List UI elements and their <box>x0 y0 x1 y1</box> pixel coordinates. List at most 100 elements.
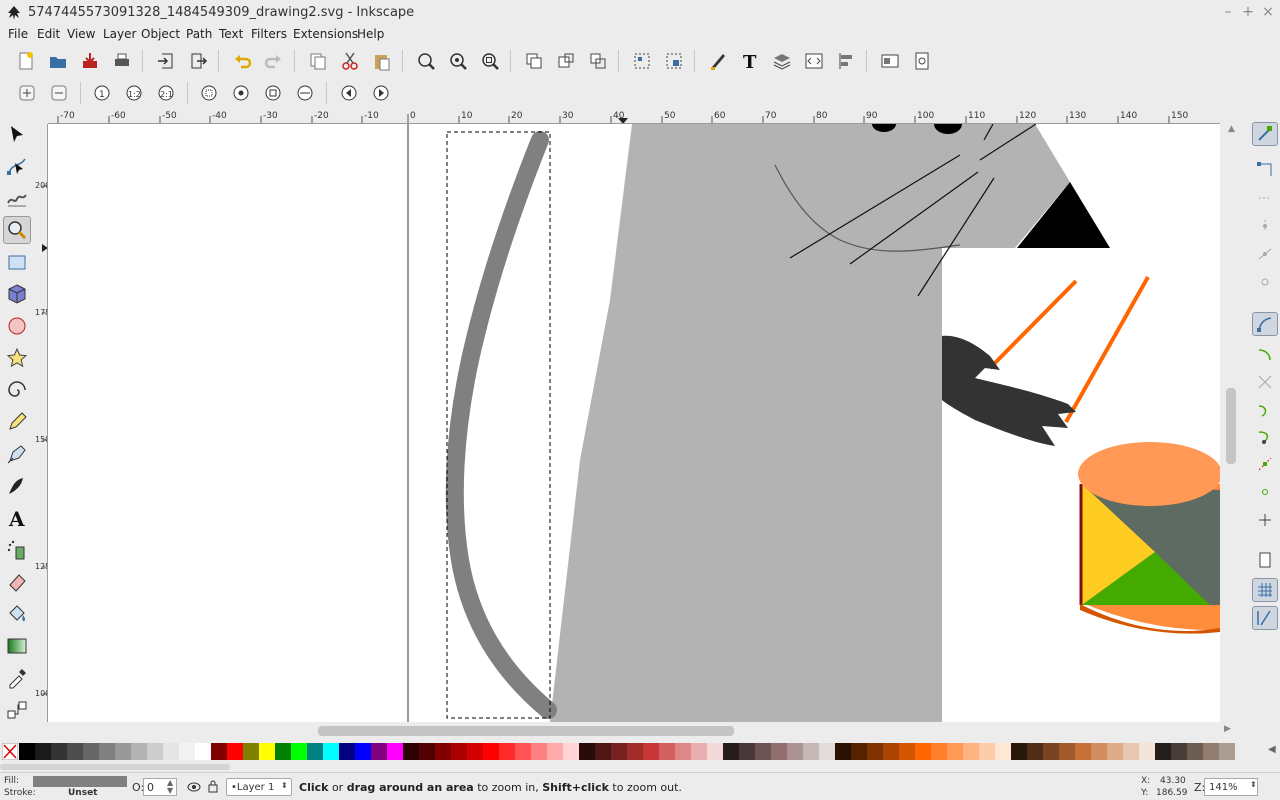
horizontal-scrollbar[interactable]: ▶ <box>48 724 1231 738</box>
color-swatch[interactable] <box>1059 743 1075 760</box>
scroll-right-icon[interactable]: ▶ <box>1224 724 1236 736</box>
zoom-2-1-icon[interactable]: 2:1 <box>155 82 177 104</box>
drumstick-shape[interactable] <box>988 279 1078 370</box>
color-swatch[interactable] <box>1091 743 1107 760</box>
color-swatch[interactable] <box>899 743 915 760</box>
color-swatch[interactable] <box>531 743 547 760</box>
menu-text[interactable]: Text <box>219 27 243 41</box>
layers-icon[interactable] <box>771 50 793 72</box>
spray-tool-icon[interactable] <box>3 536 31 564</box>
snap-object-midpoints-icon[interactable] <box>1252 480 1278 504</box>
color-swatch[interactable] <box>755 743 771 760</box>
color-swatch[interactable] <box>915 743 931 760</box>
color-swatch[interactable] <box>99 743 115 760</box>
save-icon[interactable] <box>79 50 101 72</box>
spin-down-icon[interactable]: ▼ <box>167 786 173 795</box>
group-icon[interactable] <box>631 50 653 72</box>
drawing-canvas[interactable] <box>48 124 1220 722</box>
snap-bbox-icon[interactable] <box>1252 158 1278 182</box>
color-swatch[interactable] <box>707 743 723 760</box>
color-swatch[interactable] <box>419 743 435 760</box>
zoom-drawing-icon[interactable] <box>230 82 252 104</box>
color-swatch[interactable] <box>515 743 531 760</box>
connector-tool-icon[interactable] <box>3 696 31 724</box>
color-swatch[interactable] <box>739 743 755 760</box>
mouse-tail-shape[interactable] <box>445 131 557 719</box>
copy-icon[interactable] <box>307 50 329 72</box>
color-swatch[interactable] <box>947 743 963 760</box>
menu-extensions[interactable]: Extensions <box>293 27 358 41</box>
rectangle-tool-icon[interactable] <box>3 248 31 276</box>
no-paint-swatch[interactable] <box>2 743 18 760</box>
vertical-ruler[interactable]: 200 175 150 125 100 <box>34 124 48 722</box>
color-swatch[interactable] <box>307 743 323 760</box>
selector-tool-icon[interactable] <box>3 120 31 148</box>
color-swatch[interactable] <box>1203 743 1219 760</box>
scrollbar-thumb[interactable] <box>1226 388 1236 464</box>
snap-intersections-icon[interactable] <box>1252 370 1278 394</box>
zoom-1-1-icon[interactable]: 1 <box>91 82 113 104</box>
preferences-icon[interactable] <box>911 50 933 72</box>
snap-guides-icon[interactable] <box>1252 606 1278 630</box>
zoom-in-icon[interactable] <box>16 82 38 104</box>
color-swatch[interactable] <box>1123 743 1139 760</box>
color-swatch[interactable] <box>451 743 467 760</box>
menu-object[interactable]: Object <box>141 27 180 41</box>
zoom-selection-icon[interactable] <box>415 50 437 72</box>
color-swatch[interactable] <box>563 743 579 760</box>
export-icon[interactable] <box>187 50 209 72</box>
menu-filters[interactable]: Filters <box>251 27 287 41</box>
open-icon[interactable] <box>47 50 69 72</box>
color-swatch[interactable] <box>435 743 451 760</box>
opacity-spin[interactable]: 0 ▲ ▼ <box>143 778 177 796</box>
xml-editor-icon[interactable] <box>803 50 825 72</box>
node-tool-icon[interactable] <box>3 152 31 180</box>
color-swatch[interactable] <box>579 743 595 760</box>
color-swatch[interactable] <box>1139 743 1155 760</box>
color-swatch[interactable] <box>323 743 339 760</box>
stroke-indicator[interactable]: Unset <box>68 788 97 798</box>
snap-bbox-midpoints-icon[interactable] <box>1252 242 1278 266</box>
pen-tool-icon[interactable] <box>3 440 31 468</box>
color-swatch[interactable] <box>1027 743 1043 760</box>
palette-menu-icon[interactable]: ◀ <box>1268 744 1276 755</box>
color-swatch[interactable] <box>659 743 675 760</box>
color-swatch[interactable] <box>275 743 291 760</box>
color-swatch[interactable] <box>147 743 163 760</box>
ungroup-icon[interactable] <box>663 50 685 72</box>
snap-page-border-icon[interactable] <box>1252 548 1278 572</box>
color-swatch[interactable] <box>339 743 355 760</box>
zoom-page-icon[interactable] <box>262 82 284 104</box>
zoom-next-icon[interactable] <box>370 82 392 104</box>
current-layer-dropdown[interactable]: •Layer 1 ⬍ <box>226 778 292 796</box>
color-swatch[interactable] <box>371 743 387 760</box>
color-swatch[interactable] <box>931 743 947 760</box>
color-swatch[interactable] <box>675 743 691 760</box>
color-swatch[interactable] <box>595 743 611 760</box>
color-swatch[interactable] <box>19 743 35 760</box>
color-swatch[interactable] <box>51 743 67 760</box>
ellipse-tool-icon[interactable] <box>3 312 31 340</box>
color-swatch[interactable] <box>259 743 275 760</box>
menu-help[interactable]: Help <box>357 27 384 41</box>
color-swatch[interactable] <box>483 743 499 760</box>
drum-top-shape[interactable] <box>1078 442 1220 506</box>
unlink-clone-icon[interactable] <box>587 50 609 72</box>
snap-bbox-center-icon[interactable] <box>1252 270 1278 294</box>
duplicate-icon[interactable] <box>523 50 545 72</box>
snap-rotation-center-icon[interactable] <box>1252 508 1278 532</box>
dropper-tool-icon[interactable] <box>3 664 31 692</box>
align-distribute-icon[interactable] <box>835 50 857 72</box>
color-swatch[interactable] <box>211 743 227 760</box>
color-swatch[interactable] <box>883 743 899 760</box>
color-swatch[interactable] <box>691 743 707 760</box>
mouse-hand-shape[interactable] <box>942 335 1076 446</box>
palette-scrollbar[interactable] <box>0 764 230 770</box>
drumstick-shape[interactable] <box>1064 276 1150 423</box>
calligraphy-tool-icon[interactable] <box>3 472 31 500</box>
color-swatch[interactable] <box>1107 743 1123 760</box>
layer-visibility-icon[interactable] <box>187 780 201 794</box>
fill-indicator[interactable] <box>33 776 127 787</box>
scrollbar-thumb[interactable] <box>318 726 734 736</box>
color-swatch[interactable] <box>835 743 851 760</box>
